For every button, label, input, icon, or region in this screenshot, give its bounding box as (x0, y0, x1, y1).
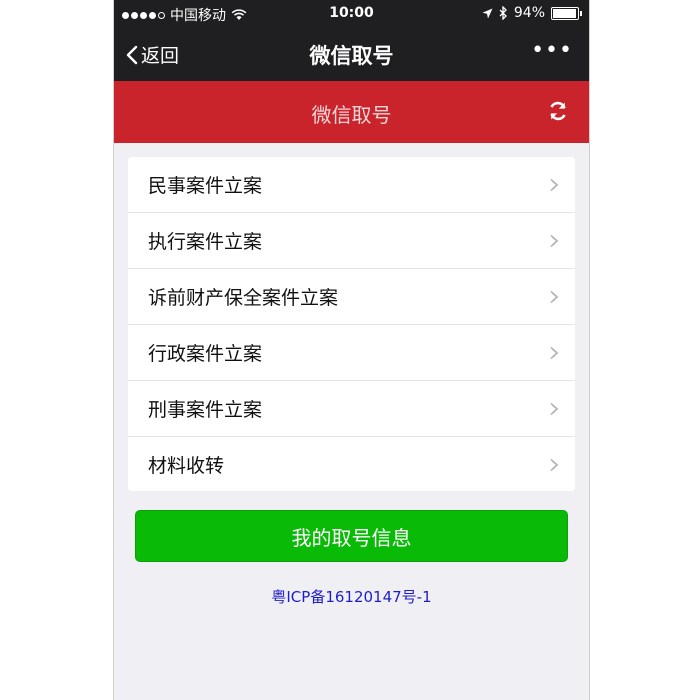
chevron-right-icon (550, 178, 559, 192)
page-header: 微信取号 (114, 81, 589, 143)
list-item[interactable]: 材料收转 (128, 437, 575, 491)
page-title: 微信取号 (311, 103, 392, 127)
status-bar: 中国移动 10:00 94% (114, 0, 589, 28)
list-item[interactable]: 行政案件立案 (128, 325, 575, 381)
battery-percent: 94% (513, 5, 545, 21)
status-right: 94% (482, 5, 582, 21)
list-item-label: 刑事案件立案 (148, 399, 263, 421)
chevron-right-icon (550, 234, 559, 248)
icp-link[interactable]: 粤ICP备16120147号-1 (114, 586, 589, 607)
refresh-icon[interactable] (547, 100, 569, 122)
nav-title: 微信取号 (309, 44, 394, 68)
phone-screen: 中国移动 10:00 94% 返回 微信取号 ••• 微信取号 民事案件立案 执… (113, 0, 590, 700)
list-item[interactable]: 刑事案件立案 (128, 381, 575, 437)
list-item[interactable]: 诉前财产保全案件立案 (128, 269, 575, 325)
chevron-right-icon (550, 346, 559, 360)
list-item-label: 行政案件立案 (148, 343, 263, 365)
list-item[interactable]: 民事案件立案 (128, 157, 575, 213)
list-item-label: 材料收转 (148, 454, 225, 477)
list-item[interactable]: 执行案件立案 (128, 213, 575, 269)
chevron-right-icon (550, 402, 559, 416)
list-item-label: 民事案件立案 (148, 175, 263, 197)
list-item-label: 诉前财产保全案件立案 (148, 287, 339, 309)
case-type-list: 民事案件立案 执行案件立案 诉前财产保全案件立案 行政案件立案 刑事案件立案 材… (128, 157, 575, 491)
list-item-label: 执行案件立案 (148, 231, 263, 253)
battery-fill (553, 8, 576, 18)
chevron-right-icon (550, 458, 559, 472)
battery-icon (551, 6, 582, 20)
bluetooth-icon (499, 6, 507, 20)
nav-bar: 返回 微信取号 ••• (114, 28, 589, 81)
chevron-right-icon (550, 290, 559, 304)
location-arrow-icon (482, 8, 493, 18)
my-ticket-info-button[interactable]: 我的取号信息 (135, 510, 568, 562)
more-button[interactable]: ••• (531, 38, 573, 63)
